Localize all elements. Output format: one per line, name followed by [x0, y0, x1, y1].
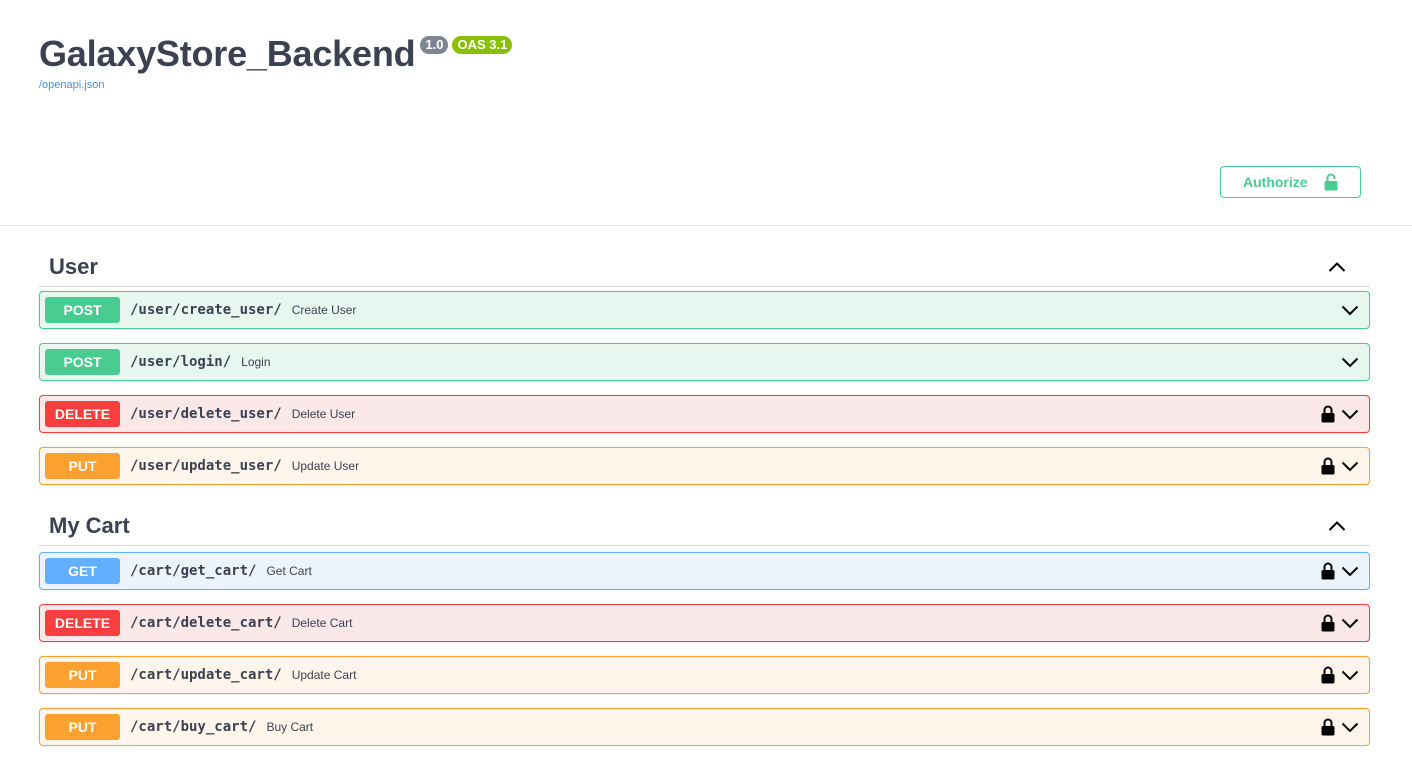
chevron-down-icon[interactable]: [1341, 356, 1359, 368]
operation-summary: Delete User: [291, 407, 356, 421]
tag-header-my-cart[interactable]: My Cart: [39, 506, 1370, 546]
operation-path: /user/login/: [130, 354, 232, 370]
operation-summary: Create User: [291, 303, 357, 317]
operation-row[interactable]: POST /user/login/ Login: [39, 343, 1370, 381]
section-user: User POST /user/create_user/ Create User…: [39, 247, 1370, 485]
operation-path: /cart/update_cart/: [130, 667, 282, 683]
lock-icon[interactable]: [1321, 666, 1335, 684]
chevron-down-icon[interactable]: [1341, 617, 1359, 629]
chevron-down-icon[interactable]: [1341, 460, 1359, 472]
operation-row[interactable]: GET /cart/get_cart/ Get Cart: [39, 552, 1370, 590]
operation-path: /cart/get_cart/: [130, 563, 257, 579]
chevron-up-icon[interactable]: [1328, 261, 1346, 273]
method-badge: PUT: [45, 714, 120, 740]
method-badge: DELETE: [45, 610, 120, 636]
authorize-label: Authorize: [1243, 174, 1308, 190]
operation-summary: Delete Cart: [291, 616, 353, 630]
chevron-down-icon[interactable]: [1341, 669, 1359, 681]
operations-list: POST /user/create_user/ Create User POST…: [39, 291, 1370, 485]
info-header: GalaxyStore_Backend 1.0 OAS 3.1 /openapi…: [0, 0, 1412, 226]
operation-row[interactable]: PUT /cart/update_cart/ Update Cart: [39, 656, 1370, 694]
chevron-down-icon[interactable]: [1341, 721, 1359, 733]
openapi-json-link[interactable]: /openapi.json: [39, 79, 104, 91]
operation-path: /user/update_user/: [130, 458, 282, 474]
operation-path: /user/delete_user/: [130, 406, 282, 422]
tag-title: My Cart: [49, 512, 130, 538]
section-my-cart: My Cart GET /cart/get_cart/ Get Cart DEL…: [39, 506, 1370, 746]
operation-summary: Buy Cart: [266, 720, 314, 734]
lock-icon[interactable]: [1321, 405, 1335, 423]
method-badge: POST: [45, 297, 120, 323]
method-badge: GET: [45, 558, 120, 584]
operation-path: /cart/delete_cart/: [130, 615, 282, 631]
chevron-down-icon[interactable]: [1341, 408, 1359, 420]
operation-summary: Login: [241, 355, 271, 369]
tag-title: User: [49, 253, 98, 279]
title-row: GalaxyStore_Backend 1.0 OAS 3.1: [39, 33, 513, 75]
method-badge: PUT: [45, 453, 120, 479]
operation-row[interactable]: DELETE /user/delete_user/ Delete User: [39, 395, 1370, 433]
version-badge: 1.0: [420, 36, 449, 54]
chevron-up-icon[interactable]: [1328, 520, 1346, 532]
authorize-button[interactable]: Authorize: [1220, 166, 1361, 198]
operation-summary: Get Cart: [266, 564, 312, 578]
operation-row[interactable]: PUT /cart/buy_cart/ Buy Cart: [39, 708, 1370, 746]
operation-path: /user/create_user/: [130, 302, 282, 318]
chevron-down-icon[interactable]: [1341, 565, 1359, 577]
lock-icon[interactable]: [1321, 562, 1335, 580]
oas-badge: OAS 3.1: [452, 36, 513, 54]
page-title: GalaxyStore_Backend: [39, 33, 416, 74]
method-badge: POST: [45, 349, 120, 375]
operation-summary: Update Cart: [291, 668, 357, 682]
chevron-down-icon[interactable]: [1341, 304, 1359, 316]
operation-row[interactable]: POST /user/create_user/ Create User: [39, 291, 1370, 329]
tag-header-user[interactable]: User: [39, 247, 1370, 287]
operation-summary: Update User: [291, 459, 360, 473]
lock-icon[interactable]: [1321, 614, 1335, 632]
unlocked-icon: [1324, 173, 1338, 191]
method-badge: PUT: [45, 662, 120, 688]
lock-icon[interactable]: [1321, 718, 1335, 736]
lock-icon[interactable]: [1321, 457, 1335, 475]
operation-row[interactable]: PUT /user/update_user/ Update User: [39, 447, 1370, 485]
operation-row[interactable]: DELETE /cart/delete_cart/ Delete Cart: [39, 604, 1370, 642]
operations-list: GET /cart/get_cart/ Get Cart DELETE /car…: [39, 552, 1370, 746]
method-badge: DELETE: [45, 401, 120, 427]
operation-path: /cart/buy_cart/: [130, 719, 257, 735]
